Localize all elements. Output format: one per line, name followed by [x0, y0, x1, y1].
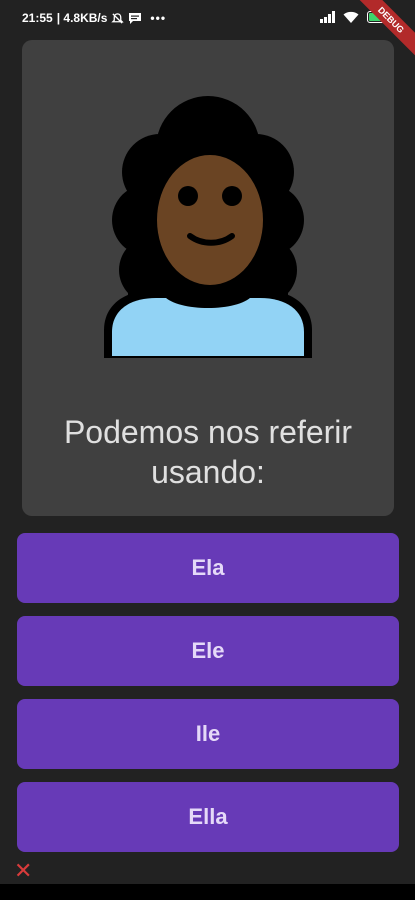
option-button-ela[interactable]: Ela	[17, 533, 399, 603]
option-button-ella[interactable]: Ella	[17, 782, 399, 852]
option-button-ele[interactable]: Ele	[17, 616, 399, 686]
option-button-ile[interactable]: Ile	[17, 699, 399, 769]
wrong-answer-icon: ✕	[14, 859, 33, 884]
message-icon	[129, 12, 142, 24]
network-speed: | 4.8KB/s	[56, 11, 108, 25]
more-icon: •••	[150, 11, 167, 25]
question-text: Podemos nos referir usando:	[63, 414, 353, 490]
question-card: Podemos nos referir usando:	[22, 40, 394, 516]
woman-curly-hair-emoji	[104, 96, 312, 358]
status-time: 21:55	[22, 11, 53, 25]
wifi-icon	[343, 11, 359, 23]
status-bar: 21:55 | 4.8KB/s •••	[0, 0, 415, 36]
mute-icon	[111, 12, 125, 24]
status-left: 21:55 | 4.8KB/s •••	[22, 11, 166, 25]
navigation-bar	[0, 884, 415, 900]
signal-icon	[320, 11, 335, 23]
